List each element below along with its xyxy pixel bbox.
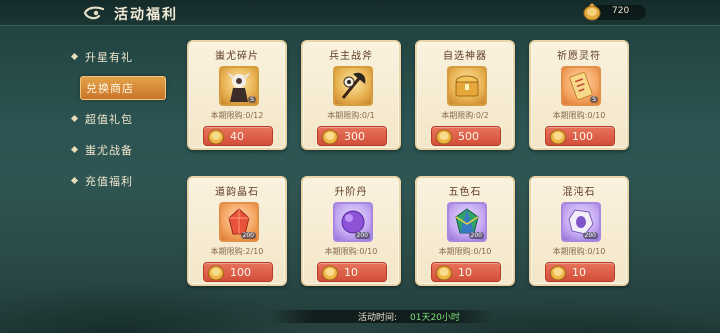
item-name: 升阶丹 (334, 187, 368, 198)
back-icon (83, 6, 105, 20)
gold-coin-icon (208, 265, 224, 281)
rarity-badge: S (590, 96, 598, 103)
sidebar-item-star-gift[interactable]: 升星有礼 (70, 45, 170, 69)
buy-button[interactable]: 40 (203, 126, 273, 146)
shop-card: 混沌石 200 本期限购:0/10 10 (529, 176, 629, 286)
shop-card: 五色石 200 本期限购:0/10 10 (415, 176, 515, 286)
price-label: 10 (458, 266, 472, 279)
gold-coin-icon (208, 129, 224, 145)
event-timer-label: 活动时间: (358, 313, 398, 323)
currency-value: 720 (612, 6, 630, 16)
sidebar-item-label: 兑换商店 (86, 82, 134, 95)
buy-button[interactable]: 10 (545, 262, 615, 282)
quantity-badge: 200 (240, 232, 256, 239)
purchase-limit: 本期限购:0/2 (441, 111, 489, 120)
buy-button[interactable]: 100 (203, 262, 273, 282)
top-bar: 活动福利 720 (0, 0, 720, 26)
gold-coin-icon (582, 2, 602, 22)
price-label: 100 (230, 266, 251, 279)
gold-coin-icon (436, 265, 452, 281)
event-timer-value: 01天20小时 (410, 313, 460, 323)
sidebar-item-label: 超值礼包 (85, 113, 133, 126)
shop-card: 蚩尤碎片 S 本期限购:0/12 40 (187, 40, 287, 150)
price-label: 300 (344, 130, 365, 143)
quantity-badge: 200 (468, 232, 484, 239)
war-axe-icon[interactable] (333, 66, 373, 106)
price-label: 10 (344, 266, 358, 279)
price-label: 10 (572, 266, 586, 279)
crystal-ore-icon[interactable]: 200 (219, 202, 259, 242)
buy-button[interactable]: 100 (545, 126, 615, 146)
purchase-limit: 本期限购:0/10 (552, 247, 606, 256)
shop-card: 升阶丹 200 本期限购:0/10 10 (301, 176, 401, 286)
bullet-icon (70, 114, 79, 123)
gold-coin-icon (322, 129, 338, 145)
chaos-stone-icon[interactable]: 200 (561, 202, 601, 242)
back-button[interactable] (82, 3, 106, 23)
purchase-limit: 本期限购:0/10 (438, 247, 492, 256)
pill-orb-icon[interactable]: 200 (333, 202, 373, 242)
item-name: 自选神器 (443, 51, 487, 62)
item-name: 兵主战斧 (329, 51, 373, 62)
sidebar-item-label: 蚩尤战备 (85, 144, 133, 157)
five-color-stone-icon[interactable]: 200 (447, 202, 487, 242)
buy-button[interactable]: 10 (317, 262, 387, 282)
sidebar-item-value-pack[interactable]: 超值礼包 (70, 107, 170, 131)
rarity-badge: S (248, 96, 256, 103)
price-label: 40 (230, 130, 244, 143)
shop-card: 自选神器 本期限购:0/2 500 (415, 40, 515, 150)
sidebar-item-recharge-welfare[interactable]: 充值福利 (70, 169, 170, 193)
quantity-badge: 200 (354, 232, 370, 239)
price-label: 100 (572, 130, 593, 143)
buy-button[interactable]: 500 (431, 126, 501, 146)
shop-card: 兵主战斧 本期限购:0/1 300 (301, 40, 401, 150)
bullet-icon (70, 52, 79, 61)
buy-button[interactable]: 300 (317, 126, 387, 146)
quantity-badge: 200 (582, 232, 598, 239)
purchase-limit: 本期限购:0/1 (327, 111, 375, 120)
bullet-icon (70, 176, 79, 185)
gold-coin-icon (322, 265, 338, 281)
shop-card: 道韵晶石 200 本期限购:2/10 100 (187, 176, 287, 286)
artifact-chest-icon[interactable] (447, 66, 487, 106)
price-label: 500 (458, 130, 479, 143)
page-title: 活动福利 (114, 7, 178, 23)
gold-coin-icon (436, 129, 452, 145)
purchase-limit: 本期限购:0/12 (210, 111, 264, 120)
item-name: 祈愿灵符 (557, 51, 601, 62)
prayer-talisman-icon[interactable]: S (561, 66, 601, 106)
buy-button[interactable]: 10 (431, 262, 501, 282)
purchase-limit: 本期限购:0/10 (552, 111, 606, 120)
item-name: 混沌石 (562, 187, 596, 198)
gold-coin-icon (550, 265, 566, 281)
purchase-limit: 本期限购:0/10 (324, 247, 378, 256)
gold-coin-icon (550, 129, 566, 145)
sidebar: 升星有礼 兑换商店 超值礼包 蚩尤战备 充值福利 (70, 45, 170, 200)
item-name: 道韵晶石 (215, 187, 259, 198)
sidebar-item-chiyou-prep[interactable]: 蚩尤战备 (70, 138, 170, 162)
chiyou-shard-icon[interactable]: S (219, 66, 259, 106)
purchase-limit: 本期限购:2/10 (210, 247, 264, 256)
sidebar-item-exchange-shop[interactable]: 兑换商店 (80, 76, 166, 100)
item-name: 蚩尤碎片 (215, 51, 259, 62)
sidebar-item-label: 升星有礼 (85, 51, 133, 64)
item-name: 五色石 (448, 187, 482, 198)
bullet-icon (70, 145, 79, 154)
sidebar-item-label: 充值福利 (85, 175, 133, 188)
shop-card: 祈愿灵符 S 本期限购:0/10 100 (529, 40, 629, 150)
